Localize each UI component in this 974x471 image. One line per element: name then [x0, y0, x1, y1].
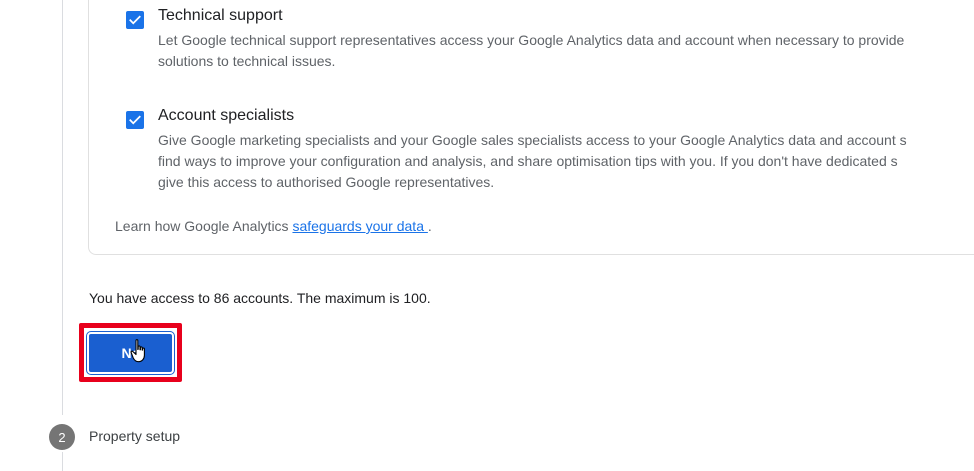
stepper-line: [62, 0, 63, 415]
learn-more-suffix: .: [427, 218, 432, 234]
account-specialists-description-line-2: find ways to improve your configuration …: [158, 153, 898, 169]
hand-pointer-icon: [130, 339, 145, 363]
stepper-line-bottom: [62, 452, 63, 471]
step-number-badge: 2: [49, 424, 75, 450]
account-setup-page: Technical support Let Google technical s…: [0, 0, 974, 471]
account-specialists-description-line-1: Give Google marketing specialists and yo…: [158, 132, 907, 148]
technical-support-checkbox[interactable]: [126, 11, 144, 29]
check-icon: [129, 15, 141, 25]
learn-more-text: Learn how Google Analytics safeguards yo…: [115, 218, 432, 234]
learn-more-prefix: Learn how Google Analytics: [115, 218, 293, 234]
account-specialists-description-line-3: give this access to authorised Google re…: [158, 174, 495, 190]
safeguards-link[interactable]: safeguards your data: [292, 218, 427, 234]
check-icon: [129, 115, 141, 125]
account-limit-text: You have access to 86 accounts. The maxi…: [89, 290, 431, 306]
technical-support-description-line-2: solutions to technical issues.: [158, 53, 336, 69]
step-property-setup-label[interactable]: Property setup: [89, 428, 180, 444]
account-specialists-checkbox[interactable]: [126, 111, 144, 129]
technical-support-title: Technical support: [158, 7, 283, 24]
technical-support-description-line-1: Let Google technical support representat…: [158, 32, 905, 48]
account-specialists-title: Account specialists: [158, 107, 295, 124]
